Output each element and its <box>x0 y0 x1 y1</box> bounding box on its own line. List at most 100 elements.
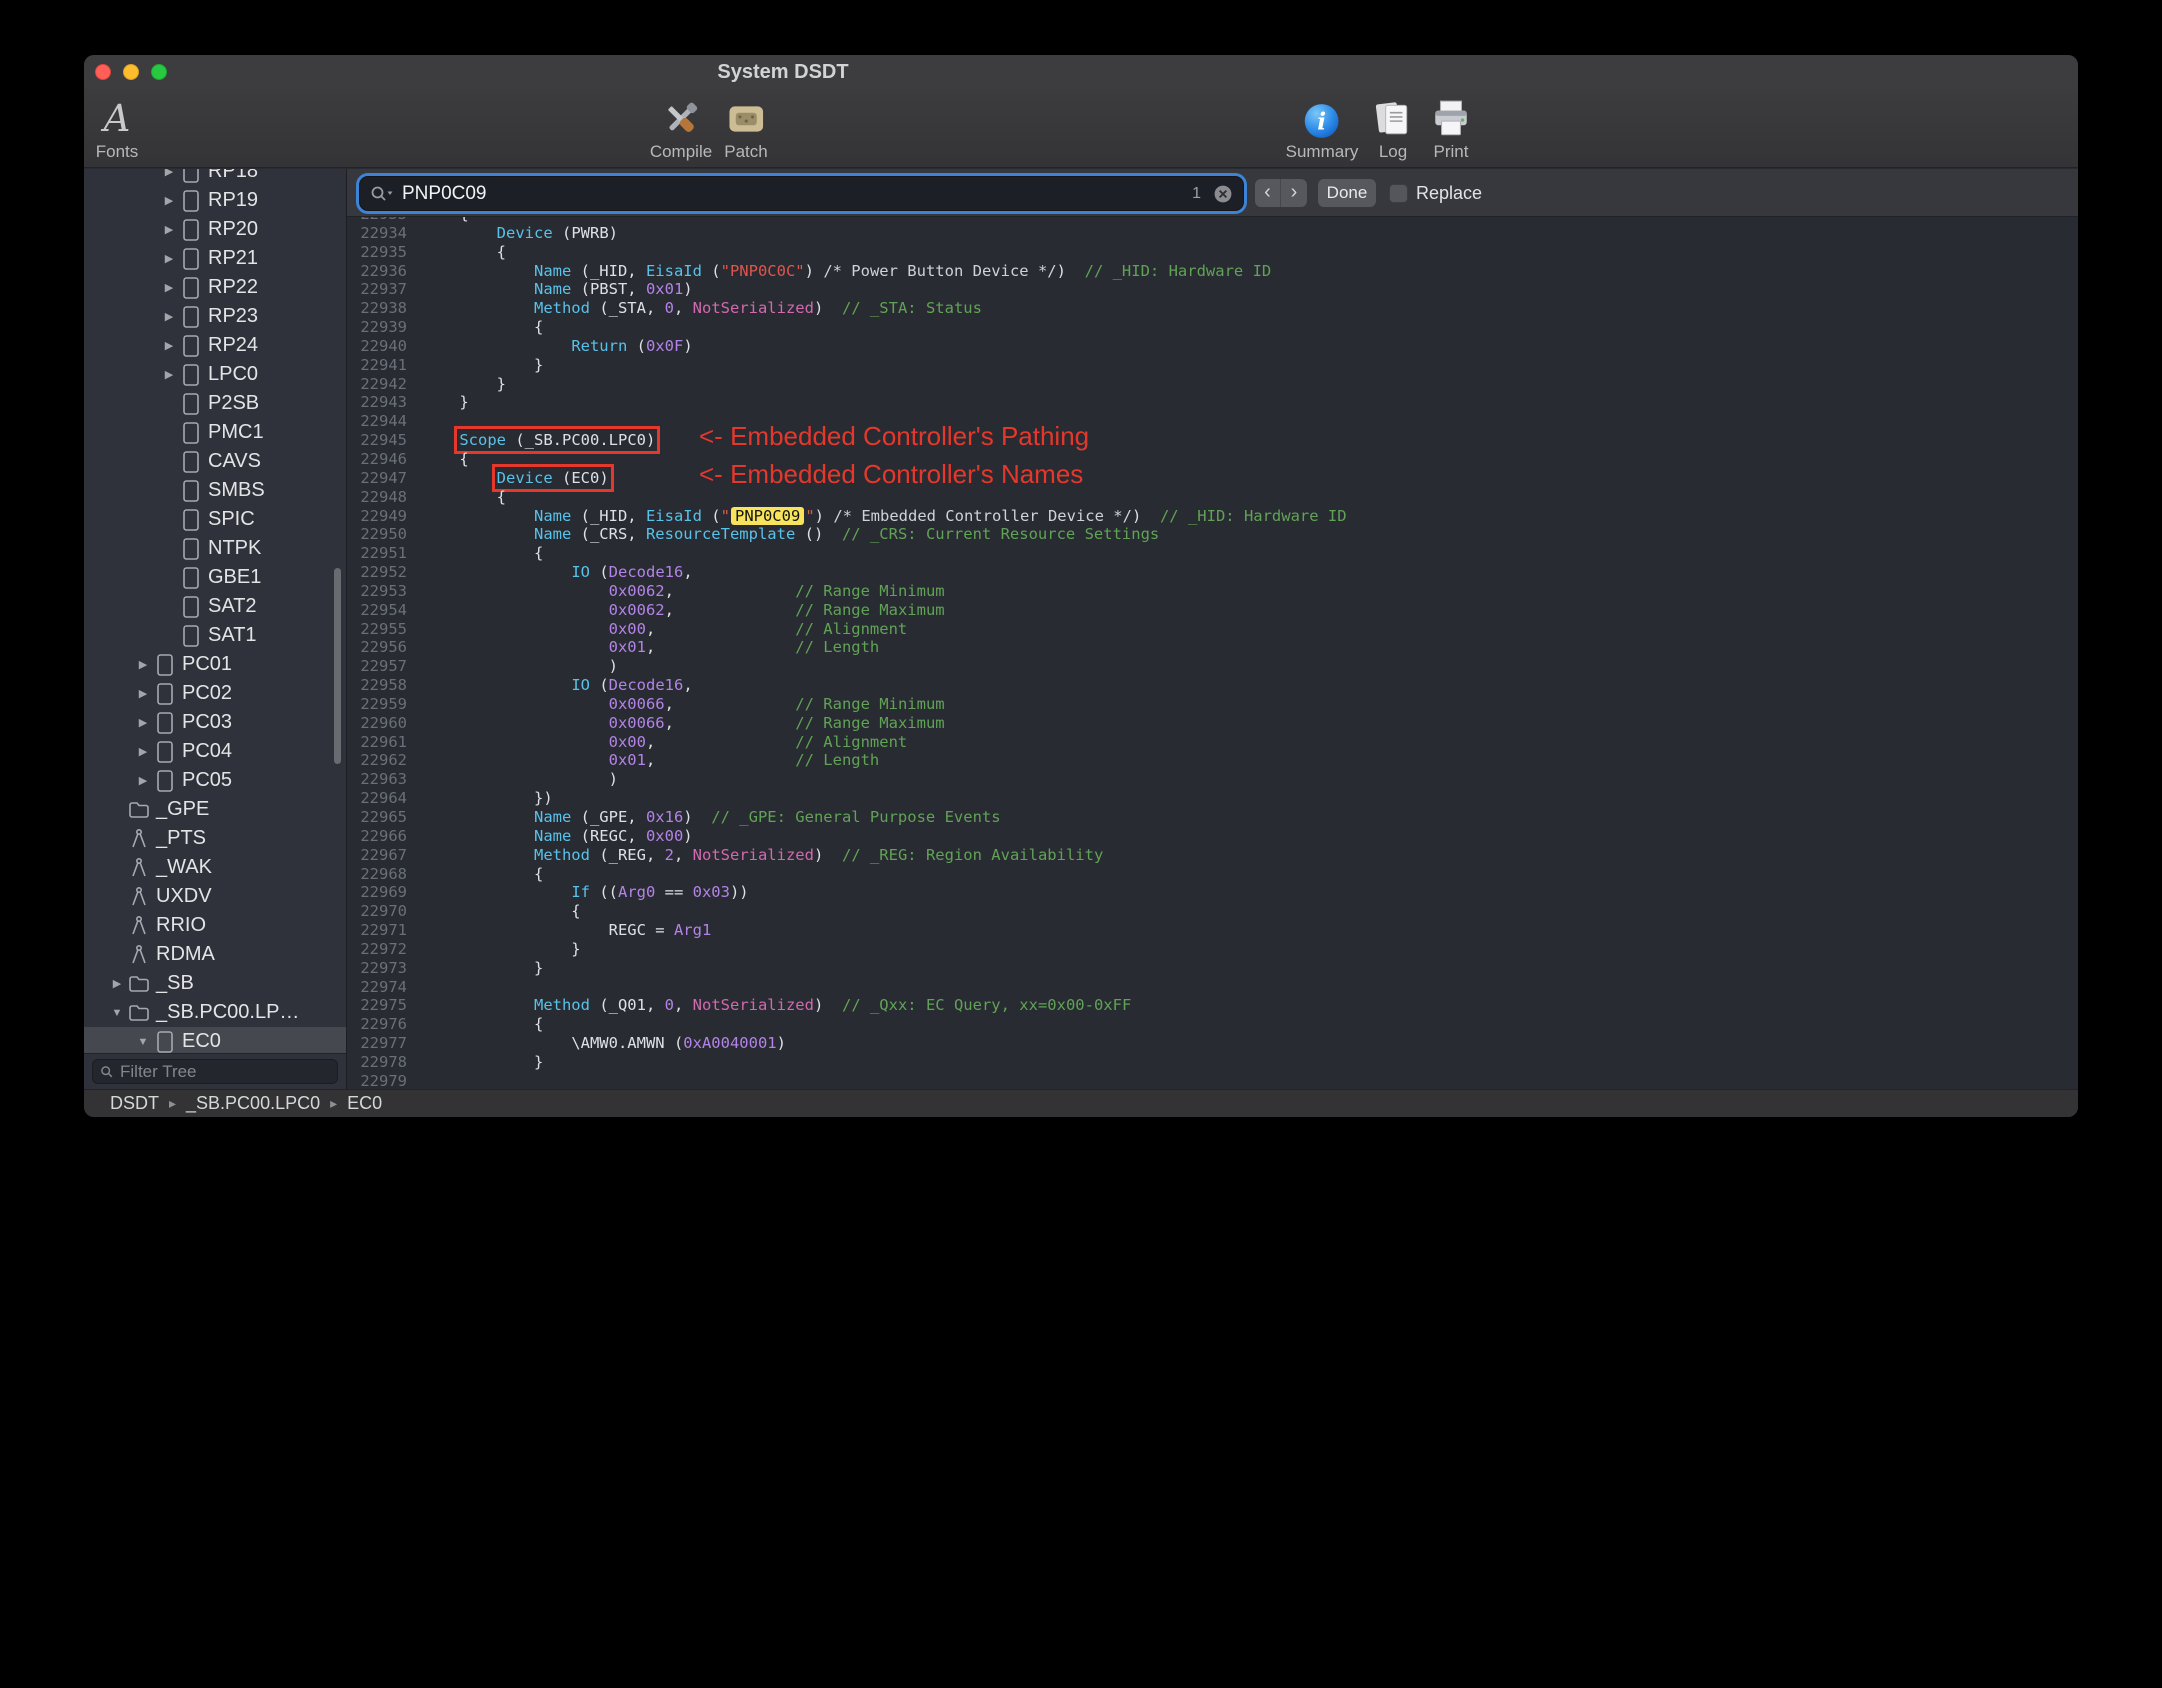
sidebar-item-ntpk[interactable]: NTPK <box>84 534 346 563</box>
disclosure-collapsed-icon[interactable]: ▶ <box>134 774 152 787</box>
code-line[interactable]: 22942 } <box>347 375 2078 394</box>
sidebar-item-rp22[interactable]: ▶ RP22 <box>84 273 346 302</box>
sidebar-item-_sbpc00lp[interactable]: ▼ _SB.PC00.LP… <box>84 998 346 1027</box>
fonts-button[interactable]: A Fonts <box>96 94 139 162</box>
code-line[interactable]: 22963 ) <box>347 770 2078 789</box>
disclosure-collapsed-icon[interactable]: ▶ <box>160 339 178 352</box>
code-line[interactable]: 22972 } <box>347 940 2078 959</box>
minimize-button[interactable] <box>123 64 139 80</box>
sidebar-item-rp23[interactable]: ▶ RP23 <box>84 302 346 331</box>
code-line[interactable]: 22973 } <box>347 959 2078 978</box>
disclosure-expanded-icon[interactable]: ▼ <box>108 1007 126 1019</box>
code-line[interactable]: 22947 Device (EC0) <- Embedded Controller… <box>347 461 2078 492</box>
sidebar-item-_sb[interactable]: ▶ _SB <box>84 969 346 998</box>
code-line[interactable]: 22936 Name (_HID, EisaId ("PNP0C0C") /* … <box>347 262 2078 281</box>
code-line[interactable]: 22971 REGC = Arg1 <box>347 921 2078 940</box>
code-line[interactable]: 22961 0x00, // Alignment <box>347 733 2078 752</box>
code-line[interactable]: 22952 IO (Decode16, <box>347 563 2078 582</box>
sidebar-item-lpc0[interactable]: ▶ LPC0 <box>84 360 346 389</box>
code-line[interactable]: 22956 0x01, // Length <box>347 638 2078 657</box>
sidebar-item-pc01[interactable]: ▶ PC01 <box>84 650 346 679</box>
code-line[interactable]: 22954 0x0062, // Range Maximum <box>347 601 2078 620</box>
disclosure-collapsed-icon[interactable]: ▶ <box>108 977 126 990</box>
code-line[interactable]: 22968 { <box>347 865 2078 884</box>
disclosure-collapsed-icon[interactable]: ▶ <box>134 745 152 758</box>
disclosure-collapsed-icon[interactable]: ▶ <box>160 310 178 323</box>
sidebar-item-sat1[interactable]: SAT1 <box>84 621 346 650</box>
breadcrumb-item-lpc0[interactable]: _SB.PC00.LPC0 <box>186 1093 320 1114</box>
code-line[interactable]: 22950 Name (_CRS, ResourceTemplate () //… <box>347 525 2078 544</box>
close-button[interactable] <box>95 64 111 80</box>
find-previous-button[interactable]: ‹ <box>1255 179 1281 207</box>
code-line[interactable]: 22933 { <box>347 217 2078 224</box>
sidebar-item-ec0[interactable]: ▼ EC0 <box>84 1027 346 1056</box>
print-button[interactable]: Print <box>1430 94 1472 162</box>
code-line[interactable]: 22979 <box>347 1072 2078 1089</box>
sidebar-scrollbar[interactable] <box>334 568 341 764</box>
code-line[interactable]: 22959 0x0066, // Range Minimum <box>347 695 2078 714</box>
sidebar-item-_wak[interactable]: _WAK <box>84 853 346 882</box>
breadcrumb-item-ec0[interactable]: EC0 <box>347 1093 382 1114</box>
code-line[interactable]: 22958 IO (Decode16, <box>347 676 2078 695</box>
patch-button[interactable]: Patch <box>724 94 768 162</box>
disclosure-collapsed-icon[interactable]: ▶ <box>160 169 178 178</box>
code-line[interactable]: 22957 ) <box>347 657 2078 676</box>
disclosure-collapsed-icon[interactable]: ▶ <box>160 223 178 236</box>
sidebar-item-pmc1[interactable]: PMC1 <box>84 418 346 447</box>
code-line[interactable]: 22975 Method (_Q01, 0, NotSerialized) //… <box>347 996 2078 1015</box>
sidebar-item-rdma[interactable]: RDMA <box>84 940 346 969</box>
sidebar-item-_pts[interactable]: _PTS <box>84 824 346 853</box>
code-line[interactable]: 22943 } <box>347 393 2078 412</box>
code-line[interactable]: 22949 Name (_HID, EisaId (" PNP0C09 ") /* … <box>347 506 2078 526</box>
code-line[interactable]: 22953 0x0062, // Range Minimum <box>347 582 2078 601</box>
disclosure-collapsed-icon[interactable]: ▶ <box>160 194 178 207</box>
log-button[interactable]: Log <box>1372 94 1414 162</box>
disclosure-collapsed-icon[interactable]: ▶ <box>134 687 152 700</box>
sidebar-item-rp18[interactable]: ▶ RP18 <box>84 169 346 186</box>
sidebar-item-p2sb[interactable]: P2SB <box>84 389 346 418</box>
sidebar-item-rp21[interactable]: ▶ RP21 <box>84 244 346 273</box>
code-line[interactable]: 22969 If ((Arg0 == 0x03)) <box>347 883 2078 902</box>
sidebar-item-_gpe[interactable]: _GPE <box>84 795 346 824</box>
disclosure-collapsed-icon[interactable]: ▶ <box>160 252 178 265</box>
disclosure-expanded-icon[interactable]: ▼ <box>134 1036 152 1048</box>
code-line[interactable]: 22951 { <box>347 544 2078 563</box>
breadcrumb-item-dsdt[interactable]: DSDT <box>110 1093 159 1114</box>
code-area[interactable]: 22933 {22934 Device (PWRB)22935 {22936 N… <box>347 217 2078 1089</box>
sidebar-item-pc02[interactable]: ▶ PC02 <box>84 679 346 708</box>
code-line[interactable]: 22977 \AMW0.AMWN (0xA0040001) <box>347 1034 2078 1053</box>
disclosure-collapsed-icon[interactable]: ▶ <box>160 368 178 381</box>
code-line[interactable]: 22945 Scope (_SB.PC00.LPC0) <- Embedded C… <box>347 423 2078 455</box>
code-line[interactable]: 22934 Device (PWRB) <box>347 224 2078 243</box>
code-line[interactable]: 22946 { <box>347 450 2078 469</box>
sidebar-item-rrio[interactable]: RRIO <box>84 911 346 940</box>
code-line[interactable]: 22948 { <box>347 488 2078 507</box>
sidebar-item-pc03[interactable]: ▶ PC03 <box>84 708 346 737</box>
filter-tree-input[interactable]: Filter Tree <box>92 1059 338 1084</box>
sidebar-item-pc04[interactable]: ▶ PC04 <box>84 737 346 766</box>
disclosure-collapsed-icon[interactable]: ▶ <box>134 658 152 671</box>
code-line[interactable]: 22970 { <box>347 902 2078 921</box>
sidebar-item-sat2[interactable]: SAT2 <box>84 592 346 621</box>
code-line[interactable]: 22966 Name (REGC, 0x00) <box>347 827 2078 846</box>
sidebar-item-rp19[interactable]: ▶ RP19 <box>84 186 346 215</box>
sidebar-item-cavs[interactable]: CAVS <box>84 447 346 476</box>
done-button[interactable]: Done <box>1318 179 1376 207</box>
code-line[interactable]: 22974 <box>347 978 2078 997</box>
disclosure-collapsed-icon[interactable]: ▶ <box>160 281 178 294</box>
code-line[interactable]: 22941 } <box>347 356 2078 375</box>
sidebar-item-gbe1[interactable]: GBE1 <box>84 563 346 592</box>
code-line[interactable]: 22967 Method (_REG, 2, NotSerialized) //… <box>347 846 2078 865</box>
code-line[interactable]: 22939 { <box>347 318 2078 337</box>
search-input[interactable]: PNP0C09 1 <box>360 177 1243 210</box>
summary-button[interactable]: i Summary <box>1286 94 1358 162</box>
code-line[interactable]: 22944 <box>347 412 2078 431</box>
find-next-button[interactable]: › <box>1281 179 1307 207</box>
sidebar-item-uxdv[interactable]: UXDV <box>84 882 346 911</box>
code-line[interactable]: 22937 Name (PBST, 0x01) <box>347 280 2078 299</box>
code-line[interactable]: 22965 Name (_GPE, 0x16) // _GPE: General… <box>347 808 2078 827</box>
sidebar-item-smbs[interactable]: SMBS <box>84 476 346 505</box>
disclosure-collapsed-icon[interactable]: ▶ <box>134 716 152 729</box>
code-line[interactable]: 22964 }) <box>347 789 2078 808</box>
replace-checkbox[interactable] <box>1389 183 1408 203</box>
